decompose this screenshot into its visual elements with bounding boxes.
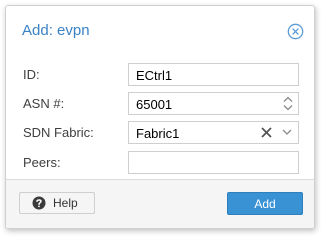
asn-label: ASN #:	[23, 96, 65, 111]
add-label: Add	[254, 197, 276, 211]
id-field[interactable]: ECtrl1	[128, 63, 299, 86]
peers-field[interactable]	[128, 151, 299, 174]
dialog-title: Add: evpn	[22, 22, 90, 39]
fabric-combobox[interactable]: Fabric1	[128, 121, 299, 144]
id-value: ECtrl1	[136, 68, 173, 83]
peers-label: Peers:	[23, 155, 61, 170]
close-icon[interactable]	[287, 23, 304, 40]
asn-value: 65001	[136, 97, 173, 112]
help-button[interactable]: Help	[19, 192, 95, 214]
fabric-row: SDN Fabric: Fabric1	[6, 120, 314, 146]
fabric-label: SDN Fabric:	[23, 125, 94, 140]
asn-field[interactable]: 65001	[128, 92, 299, 115]
add-evpn-dialog: Add: evpn ID: ECtrl1 ASN #: 65001 SDN Fa…	[5, 5, 315, 229]
dialog-header: Add: evpn	[6, 6, 314, 53]
fabric-value: Fabric1	[136, 126, 180, 141]
help-label: Help	[53, 196, 78, 210]
dialog-form: ID: ECtrl1 ASN #: 65001 SDN Fabric: Fabr…	[6, 53, 314, 182]
add-button[interactable]: Add	[227, 192, 303, 215]
clear-icon[interactable]	[261, 127, 272, 138]
peers-row: Peers:	[6, 150, 314, 176]
id-label: ID:	[23, 67, 40, 82]
help-icon	[32, 196, 46, 210]
asn-row: ASN #: 65001	[6, 91, 314, 117]
dialog-footer: Help Add	[6, 179, 314, 228]
id-row: ID: ECtrl1	[6, 62, 314, 88]
spinner-icon[interactable]	[282, 95, 294, 112]
chevron-down-icon[interactable]	[282, 128, 292, 136]
